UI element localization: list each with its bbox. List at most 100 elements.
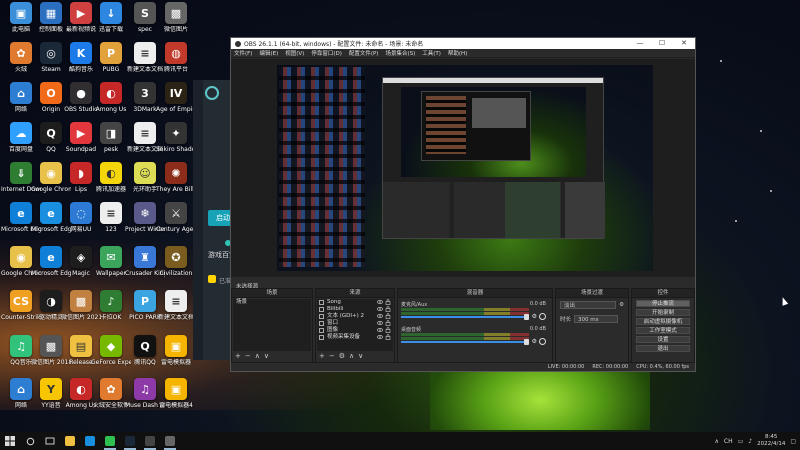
obs-title-bar[interactable]: OBS 26.1.1 (64-bit, windows) - 配置文件: 未命名… [231, 38, 695, 49]
desktop-icon[interactable]: ↓ 迅雷下载 [93, 2, 129, 46]
menu-file[interactable]: 文件(F) [234, 49, 252, 57]
source-item[interactable]: 文本 (GDI+) 2 [317, 313, 393, 320]
lock-icon[interactable] [385, 313, 391, 319]
transition-type-select[interactable]: 淡出 [560, 301, 617, 309]
source-item[interactable]: 图像 [317, 327, 393, 334]
desktop-icon[interactable]: P PUBG [93, 42, 129, 86]
taskbar-app-obs-2[interactable] [160, 432, 180, 450]
studio-mode-button[interactable]: 工作室模式 [636, 327, 690, 334]
exit-button[interactable]: 退出 [636, 345, 690, 352]
menu-view[interactable]: 视图(V) [285, 49, 304, 57]
source-type-icon [319, 335, 324, 340]
start-button[interactable] [0, 432, 20, 450]
menu-docks[interactable]: 停靠窗口(D) [311, 49, 342, 57]
source-up-button[interactable]: ∧ [349, 352, 354, 360]
desktop-app-icon: ✿ [100, 378, 122, 400]
desktop-icon-label: Sekiro Shadows [156, 146, 196, 153]
desktop-icon[interactable]: ▩ 微信图片 [158, 2, 194, 46]
preview-canvas[interactable] [277, 65, 653, 271]
speaker-icon[interactable] [539, 313, 546, 320]
maximize-button[interactable]: ☐ [651, 38, 673, 49]
taskbar-app-wechat[interactable] [100, 432, 120, 450]
volume-slider-handle[interactable] [524, 314, 529, 320]
desktop-icon[interactable]: ◆GeForce Experience [91, 335, 131, 379]
mixer-gear-icon[interactable]: ⚙ [532, 313, 537, 320]
close-button[interactable]: ✕ [673, 38, 695, 49]
task-view-button[interactable] [40, 432, 60, 450]
desktop-icon[interactable]: ◐ 腾讯加速器 [93, 162, 129, 206]
transition-add-icon[interactable]: ⚙ [619, 302, 624, 308]
desktop-icon[interactable]: ◍ 腾讯平台 [158, 42, 194, 86]
taskbar-app-file-explorer[interactable] [60, 432, 80, 450]
add-source-button[interactable]: + [319, 352, 325, 360]
menu-edit[interactable]: 编辑(E) [259, 49, 278, 57]
source-item[interactable]: 窗口 [317, 320, 393, 327]
lock-icon[interactable] [385, 306, 391, 312]
scenes-list: 场景 [233, 299, 311, 351]
menu-profile[interactable]: 配置文件(P) [349, 49, 379, 57]
lock-icon[interactable] [385, 320, 391, 326]
menu-scene-collection[interactable]: 场景集合(S) [385, 49, 415, 57]
desktop-icon[interactable]: ✪ Civilization [158, 246, 194, 290]
desktop-icon[interactable]: ▣ 雷电模拟器 [158, 335, 194, 379]
desktop-icon[interactable]: ✦ Sekiro Shadows [156, 122, 196, 166]
speaker-icon[interactable] [539, 338, 546, 345]
minimize-button[interactable]: — [629, 38, 651, 49]
lock-icon[interactable] [385, 334, 391, 340]
desktop-icon[interactable]: ▣ 雷电模拟器4 [158, 378, 194, 422]
add-scene-button[interactable]: + [235, 352, 241, 360]
source-down-button[interactable]: ∨ [358, 352, 363, 360]
stop-streaming-button[interactable]: 停止推流 [636, 300, 690, 307]
desktop-icon[interactable]: ✺ They Are Billions [156, 162, 196, 206]
source-item[interactable]: Bilibili [317, 306, 393, 313]
scene-up-button[interactable]: ∧ [255, 352, 260, 360]
duration-input[interactable]: 300 ms [574, 315, 619, 323]
taskbar-app-steam[interactable] [120, 432, 140, 450]
desktop-icon[interactable]: ⚔ Century Age of Empires [156, 202, 196, 246]
taskbar-app-obs[interactable] [140, 432, 160, 450]
remove-scene-button[interactable]: − [245, 352, 251, 360]
source-item[interactable]: Song [317, 299, 393, 306]
remove-source-button[interactable]: − [329, 352, 335, 360]
clock[interactable]: 8:45 2022/4/14 [757, 434, 785, 448]
volume-icon[interactable]: ♪ [748, 438, 752, 445]
desktop-icon[interactable]: ◐ Among Us [93, 82, 129, 126]
scene-down-button[interactable]: ∨ [264, 352, 269, 360]
desktop-icon[interactable]: ✿ 火绒安全软件 [93, 378, 129, 422]
volume-slider-handle[interactable] [524, 339, 529, 345]
network-icon[interactable]: ▭ [738, 438, 744, 445]
visibility-eye-icon[interactable] [377, 334, 383, 340]
desktop-icon[interactable]: ♪ 卡拉OK [93, 290, 129, 334]
menu-help[interactable]: 帮助(H) [448, 49, 467, 57]
settings-button[interactable]: 设置 [636, 336, 690, 343]
scene-item[interactable]: 场景 [233, 299, 311, 306]
lock-icon[interactable] [385, 327, 391, 333]
obs-preview[interactable] [231, 59, 695, 277]
mixer-gear-icon[interactable]: ⚙ [532, 338, 537, 345]
desktop-icon[interactable]: ✉ Wallpaper [93, 246, 129, 290]
visibility-eye-icon[interactable] [377, 306, 383, 312]
menu-tools[interactable]: 工具(T) [422, 49, 441, 57]
visibility-eye-icon[interactable] [377, 327, 383, 333]
desktop-icon[interactable]: ≡ 新建文本文档 [158, 290, 194, 334]
desktop-icon[interactable]: IV Age of Empires IV [156, 82, 196, 126]
window-controls: — ☐ ✕ [629, 38, 695, 49]
desktop-icon[interactable]: ◨ pesk [93, 122, 129, 166]
obs-window[interactable]: OBS 26.1.1 (64-bit, windows) - 配置文件: 未命名… [230, 37, 696, 372]
start-recording-button[interactable]: 开始录制 [636, 309, 690, 316]
volume-slider[interactable] [401, 341, 529, 343]
volume-slider[interactable] [401, 316, 529, 318]
visibility-eye-icon[interactable] [377, 320, 383, 326]
lock-icon[interactable] [385, 299, 391, 305]
input-language[interactable]: CH [724, 438, 733, 445]
taskbar-app-edge[interactable] [80, 432, 100, 450]
visibility-eye-icon[interactable] [377, 299, 383, 305]
notifications-icon[interactable]: ▢ [790, 438, 796, 445]
tray-overflow-chevron-icon[interactable]: ∧ [715, 438, 719, 445]
source-item[interactable]: 视频采集设备 [317, 334, 393, 341]
search-button[interactable] [20, 432, 40, 450]
desktop-icon[interactable]: ≡ 123 [93, 202, 129, 246]
source-properties-gear-icon[interactable]: ⚙ [339, 352, 345, 360]
visibility-eye-icon[interactable] [377, 313, 383, 319]
start-virtual-camera-button[interactable]: 启动虚拟摄像机 [636, 318, 690, 325]
